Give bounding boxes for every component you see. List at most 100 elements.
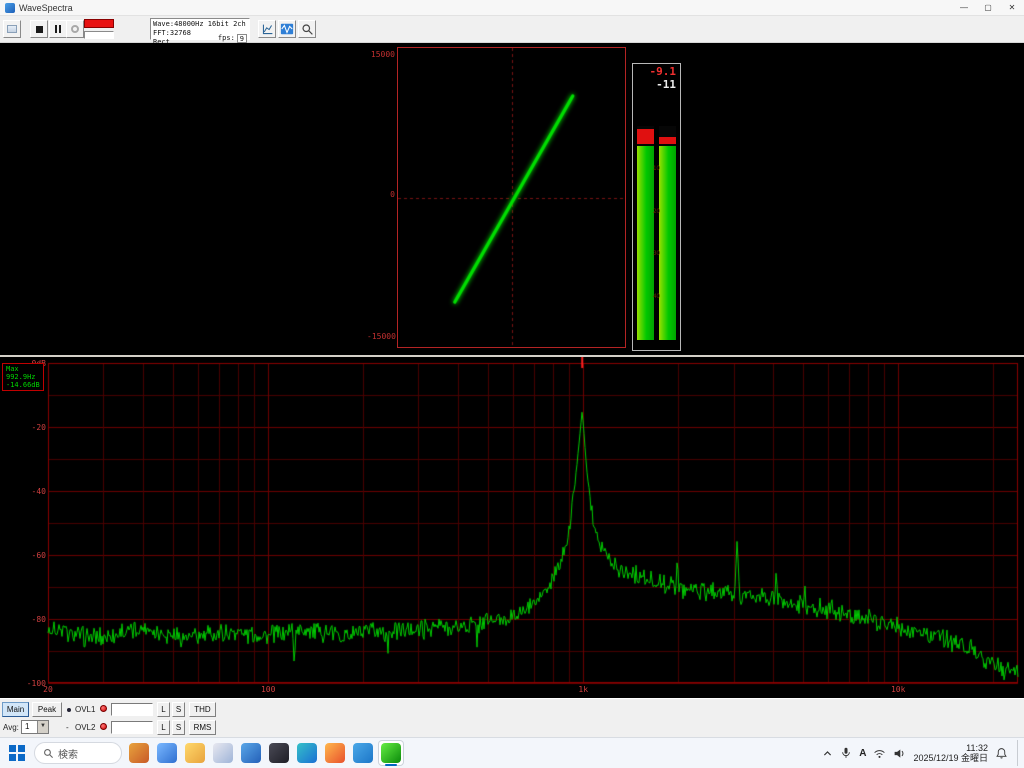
taskbar-app-edge[interactable]	[294, 740, 320, 766]
vscode-icon	[353, 743, 373, 763]
bell-icon	[995, 747, 1008, 760]
s-channel-button-1[interactable]: S	[172, 702, 185, 717]
taskbar: 検索 A	[0, 737, 1024, 768]
taskbar-app-explorer[interactable]	[182, 740, 208, 766]
taskbar-apps	[126, 740, 404, 766]
taskbar-app-wavespectra[interactable]	[378, 740, 404, 766]
ovl2-field[interactable]	[111, 721, 153, 734]
taskbar-app-mail[interactable]	[238, 740, 264, 766]
level-meter-left-bar	[637, 126, 654, 340]
settings-button[interactable]	[298, 20, 316, 38]
trace-color-swatch	[67, 708, 71, 712]
record-button[interactable]	[66, 20, 84, 38]
wavespectra-window: WaveSpectra — ▢ ✕ Wave:48000Hz 16bit 2ch…	[0, 0, 1024, 768]
clock[interactable]: 11:32 2025/12/19 金曜日	[913, 743, 988, 763]
window-layout-button[interactable]	[3, 20, 21, 38]
magnifier-icon	[301, 23, 314, 36]
axis-settings-button[interactable]	[258, 20, 276, 38]
db-axis-label: -60	[14, 551, 46, 560]
network-button[interactable]	[873, 747, 886, 760]
window-controls: — ▢ ✕	[952, 0, 1024, 15]
microphone-tray-button[interactable]	[840, 747, 852, 759]
taskbar-app-chat[interactable]	[154, 740, 180, 766]
ovl1-led	[100, 705, 107, 712]
terminal-icon	[269, 743, 289, 763]
volume-button[interactable]	[893, 747, 906, 760]
ovl2-label: OVL2	[75, 723, 95, 732]
ovl1-label: OVL1	[75, 705, 95, 714]
ovl2-led	[100, 723, 107, 730]
xy-scope-canvas	[398, 48, 625, 347]
ovl1-field[interactable]	[111, 703, 153, 716]
taskbar-app-terminal[interactable]	[266, 740, 292, 766]
spectrum-canvas	[0, 357, 1024, 698]
main-button[interactable]: Main	[2, 702, 29, 717]
max-frequency: 992.9Hz	[6, 373, 40, 381]
taskbar-app-firefox[interactable]	[322, 740, 348, 766]
spectrum-area: Max 992.9Hz -14.66dB 0dB-20-40-60-80-100…	[0, 357, 1024, 698]
right-peak-readout: -11	[656, 78, 676, 91]
max-readout-box: Max 992.9Hz -14.66dB	[2, 363, 44, 391]
scope-area: 15000 0 -15000 -9.1 -11 10203040	[0, 43, 1024, 355]
waveform-icon	[280, 22, 294, 36]
show-desktop-button[interactable]	[1017, 740, 1020, 766]
taskbar-app-vscode[interactable]	[350, 740, 376, 766]
rms-button[interactable]: RMS	[189, 720, 216, 735]
chevron-up-icon	[822, 748, 833, 759]
clock-time: 11:32	[913, 743, 988, 753]
thd-button[interactable]: THD	[189, 702, 216, 717]
fps-value: 9	[237, 34, 247, 43]
taskbar-app-photos[interactable]	[210, 740, 236, 766]
xy-ymin-label: -15000	[367, 332, 395, 341]
search-placeholder: 検索	[58, 746, 78, 761]
system-tray: A 11:32 2025/12/19 金曜日	[822, 740, 1020, 766]
explorer-icon	[185, 743, 205, 763]
left-peak-readout: -9.1	[650, 65, 677, 78]
pause-icon	[55, 25, 61, 33]
photos-icon	[213, 743, 233, 763]
speaker-icon	[893, 747, 906, 760]
level-green-fill	[637, 146, 654, 340]
notification-button[interactable]	[995, 747, 1008, 760]
db-axis-label: -40	[14, 487, 46, 496]
l-channel-button-1[interactable]: L	[157, 702, 170, 717]
wifi-icon	[873, 747, 886, 760]
db-axis-label: -80	[14, 615, 46, 624]
position-strip	[84, 31, 114, 39]
avg-select[interactable]: 1 ▼	[21, 720, 49, 734]
record-icon	[71, 25, 79, 33]
freq-axis-label: 1k	[570, 685, 596, 694]
chat-icon	[157, 743, 177, 763]
axes-icon	[261, 23, 274, 36]
s-channel-button-2[interactable]: S	[172, 720, 185, 735]
wavespectra-app-icon	[5, 3, 15, 13]
mail-icon	[241, 743, 261, 763]
chevron-down-icon[interactable]: ▼	[37, 721, 48, 733]
control-panel: Main Peak OVL1 L S THD Avg: 1 ▼ - OVL2 L…	[0, 698, 1024, 737]
start-button[interactable]	[4, 740, 30, 766]
ime-mode-indicator[interactable]: A	[859, 748, 866, 759]
max-level: -14.66dB	[6, 381, 40, 389]
fps-label: fps:	[218, 34, 235, 43]
stop-button[interactable]	[30, 20, 48, 38]
tray-chevron-button[interactable]	[822, 748, 833, 759]
window-layout-icon	[7, 25, 17, 33]
minimize-button[interactable]: —	[952, 0, 976, 15]
freq-axis-label: 20	[35, 685, 61, 694]
stream-info-panel: Wave:48000Hz 16bit 2ch FFT:32768 Rect. f…	[150, 18, 250, 40]
maximize-button[interactable]: ▢	[976, 0, 1000, 15]
pause-button[interactable]	[49, 20, 67, 38]
search-box[interactable]: 検索	[34, 742, 122, 764]
l-channel-button-2[interactable]: L	[157, 720, 170, 735]
level-green-fill	[659, 146, 676, 340]
freq-axis-label: 10k	[885, 685, 911, 694]
search-icon	[43, 748, 54, 759]
edge-icon	[297, 743, 317, 763]
taskbar-app-pinned-group[interactable]	[126, 740, 152, 766]
microphone-icon	[840, 747, 852, 759]
peak-button[interactable]: Peak	[32, 702, 62, 717]
close-button[interactable]: ✕	[1000, 0, 1024, 15]
xy-lissajous-scope	[397, 47, 626, 348]
spectrum-view-button[interactable]	[278, 20, 296, 38]
level-meter-right-bar	[659, 126, 676, 340]
